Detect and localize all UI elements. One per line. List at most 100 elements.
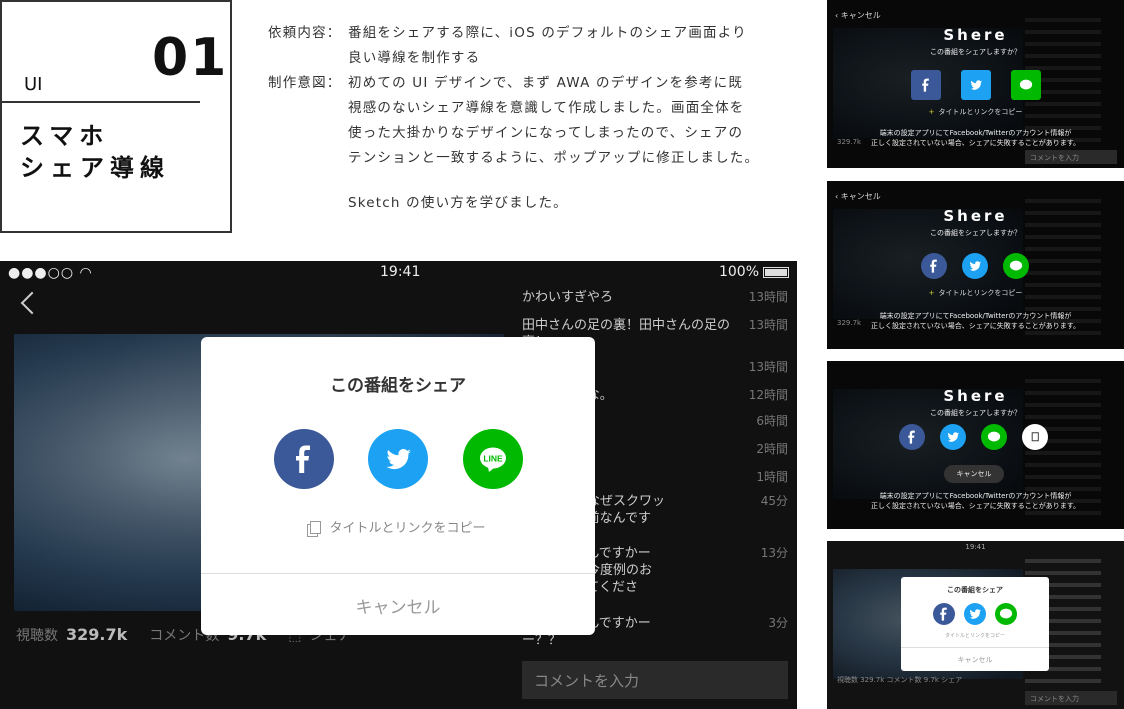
thumb-popup-title: この番組をシェア <box>947 586 1003 594</box>
thumb-popup-copy: タイトルとリンクをコピー <box>944 633 1005 639</box>
thumb-twitter-icon <box>962 253 988 279</box>
popup-divider <box>201 573 595 574</box>
copy-link-button[interactable]: タイトルとリンクをコピー <box>201 517 595 536</box>
status-bar: ●●●○○ ◠ 19:41 100% <box>0 261 797 285</box>
thumb-cancel-pill[interactable]: キャンセル <box>944 465 1004 483</box>
project-category: UI <box>24 74 43 95</box>
views-value: 329.7k <box>66 625 128 644</box>
thumb-question: この番組をシェアしますか？ <box>930 48 1021 56</box>
copy-icon <box>310 521 322 534</box>
request-body: 番組をシェアする際に、iOS のデフォルトのシェア画面より 良い導線を制作する <box>348 21 818 71</box>
signal-indicator: ●●●○○ ◠ <box>8 265 93 281</box>
project-number: 01 <box>152 28 229 88</box>
request-line: 番組をシェアする際に、iOS のデフォルトのシェア画面より <box>348 25 747 41</box>
thumb-share-title: Shere <box>943 387 1008 405</box>
back-button[interactable] <box>20 291 40 317</box>
thumb-twitter-icon <box>940 424 966 450</box>
comment-time: 13時間 <box>748 360 788 374</box>
facebook-icon <box>296 445 310 473</box>
thumb-note: 端末の設定アプリにてFacebook/Twitterのアカウント情報が 正しく設定… <box>870 129 1081 147</box>
thumb-stat: 329.7k <box>837 319 862 327</box>
comment-time: 13時間 <box>748 290 788 304</box>
cancel-button[interactable]: キャンセル <box>201 593 595 618</box>
thumb-cancel[interactable]: ‹ キャンセル <box>835 10 881 21</box>
intent-line: テンションと一致するように、ポップアップに修正しました。 <box>348 150 760 166</box>
comment-time: 1時間 <box>756 470 788 484</box>
comment-time: 45分 <box>760 494 788 508</box>
thumb-facebook-icon <box>899 424 925 450</box>
thumb-status: 19:41 <box>965 543 986 551</box>
title-box: 01 UI スマホ シェア導線 <box>0 0 232 233</box>
design-version-4: 19:41 この番組をシェア タイトルとリンクをコピー キャンセル 視聴数 32… <box>827 541 1124 709</box>
intent-line: 初めての UI デザインで、まず AWA のデザインを参考に既 <box>348 75 744 91</box>
portfolio-page: 01 UI スマホ シェア導線 依頼内容： 番組をシェアする際に、iOS のデフ… <box>0 0 1124 709</box>
battery-percent: 100% <box>718 264 759 280</box>
thumb-popup-cancel: キャンセル <box>957 656 993 664</box>
thumb-line-icon <box>995 603 1017 625</box>
comment-time: 2時間 <box>756 442 788 456</box>
thumb-twitter-icon <box>964 603 986 625</box>
app-screen: ●●●○○ ◠ 19:41 100% 視聴数 329.7k コメント数 9.7k… <box>0 261 797 709</box>
comment-time: 3分 <box>768 616 788 630</box>
intent-label: 制作意図： <box>268 75 342 91</box>
copy-link-label: タイトルとリンクをコピー <box>329 521 486 536</box>
thumb-stat: 329.7k <box>837 138 862 146</box>
battery-indicator: 100% <box>719 264 789 280</box>
thumb-question: この番組をシェアしますか？ <box>930 409 1021 417</box>
signal-dots: ●●●○○ <box>8 265 75 281</box>
design-version-3: Shere この番組をシェアしますか？ キャンセル 端末の設定アプリにてFace… <box>827 361 1124 529</box>
intent-line: 視感のないシェア導線を意識して作成しました。画面全体を <box>348 100 745 116</box>
thumb-cancel[interactable]: ‹ キャンセル <box>835 191 881 202</box>
comment-time: 12時間 <box>748 388 788 402</box>
extra-note: Sketch の使い方を学びました。 <box>348 195 568 211</box>
twitter-icon <box>386 448 411 470</box>
thumb-note: 端末の設定アプリにてFacebook/Twitterのアカウント情報が 正しく設定… <box>870 312 1081 330</box>
line-icon: LINE <box>480 447 506 472</box>
design-version-2: ‹ キャンセル Shere この番組をシェアしますか？ + タイトルとリンクをコピ… <box>827 181 1124 349</box>
comment-time: 13分 <box>760 546 788 560</box>
wifi-icon: ◠ <box>79 265 93 281</box>
comment-text: かわいすぎやろ <box>522 290 614 305</box>
thumb-stat: 視聴数 329.7k コメント数 9.7k シェア <box>837 676 963 684</box>
popup-title: この番組をシェア <box>330 376 466 396</box>
thumb-facebook-icon <box>911 70 941 100</box>
thumb-facebook-icon <box>933 603 955 625</box>
intent-line: 使った大掛かりなデザインになってしまったので、シェアの <box>348 125 744 141</box>
thumb-share-title: Shere <box>943 26 1008 44</box>
status-time: 19:41 <box>380 264 421 280</box>
intent-row: 制作意図： 初めての UI デザインで、まず AWA のデザインを参考に既 視感… <box>268 71 818 171</box>
intent-body: 初めての UI デザインで、まず AWA のデザインを参考に既 視感のないシェア… <box>348 71 818 171</box>
request-row: 依頼内容： 番組をシェアする際に、iOS のデフォルトのシェア画面より 良い導線… <box>268 21 818 71</box>
thumb-copy: + タイトルとリンクをコピー <box>928 108 1023 116</box>
comment-item: かわいすぎやろ 13時間 <box>522 289 788 306</box>
share-popup: この番組をシェア LINE タイトルとリンクをコピー キャンセル <box>201 337 595 635</box>
line-share-button[interactable]: LINE <box>463 429 523 489</box>
request-line: 良い導線を制作する <box>348 50 481 66</box>
thumb-share-popup: この番組をシェア タイトルとリンクをコピー キャンセル <box>901 577 1049 671</box>
thumb-input: コメントを入力 <box>1025 691 1117 705</box>
project-name-line2: シェア導線 <box>20 154 170 182</box>
battery-icon <box>763 266 789 278</box>
thumb-share-title: Shere <box>943 207 1008 225</box>
design-version-1: ‹ キャンセル Shere この番組をシェアしますか？ + タイトルとリンクをコピ… <box>827 0 1124 168</box>
project-name-line1: スマホ <box>20 122 110 150</box>
comment-time: 6時間 <box>756 414 788 428</box>
thumb-line-icon <box>1003 253 1029 279</box>
facebook-share-button[interactable] <box>274 429 334 489</box>
line-logo-text: LINE <box>483 454 503 464</box>
thumb-input: コメントを入力 <box>1025 150 1117 164</box>
thumb-line-icon <box>981 424 1007 450</box>
thumb-twitter-icon <box>961 70 991 100</box>
thumb-popup-divider <box>901 647 1049 648</box>
thumb-copy-icon <box>1022 424 1048 450</box>
project-description: 依頼内容： 番組をシェアする際に、iOS のデフォルトのシェア画面より 良い導線… <box>268 21 818 216</box>
thumb-line-icon <box>1011 70 1041 100</box>
comment-input[interactable]: コメントを入力 <box>522 661 788 699</box>
twitter-share-button[interactable] <box>368 429 428 489</box>
thumb-question: この番組をシェアしますか？ <box>930 229 1021 237</box>
project-name: スマホ シェア導線 <box>20 120 170 184</box>
thumb-note: 端末の設定アプリにてFacebook/Twitterのアカウント情報が 正しく設定… <box>870 492 1081 510</box>
thumb-facebook-icon <box>921 253 947 279</box>
comment-time: 13時間 <box>748 318 788 332</box>
thumb-copy: + タイトルとリンクをコピー <box>928 289 1023 297</box>
